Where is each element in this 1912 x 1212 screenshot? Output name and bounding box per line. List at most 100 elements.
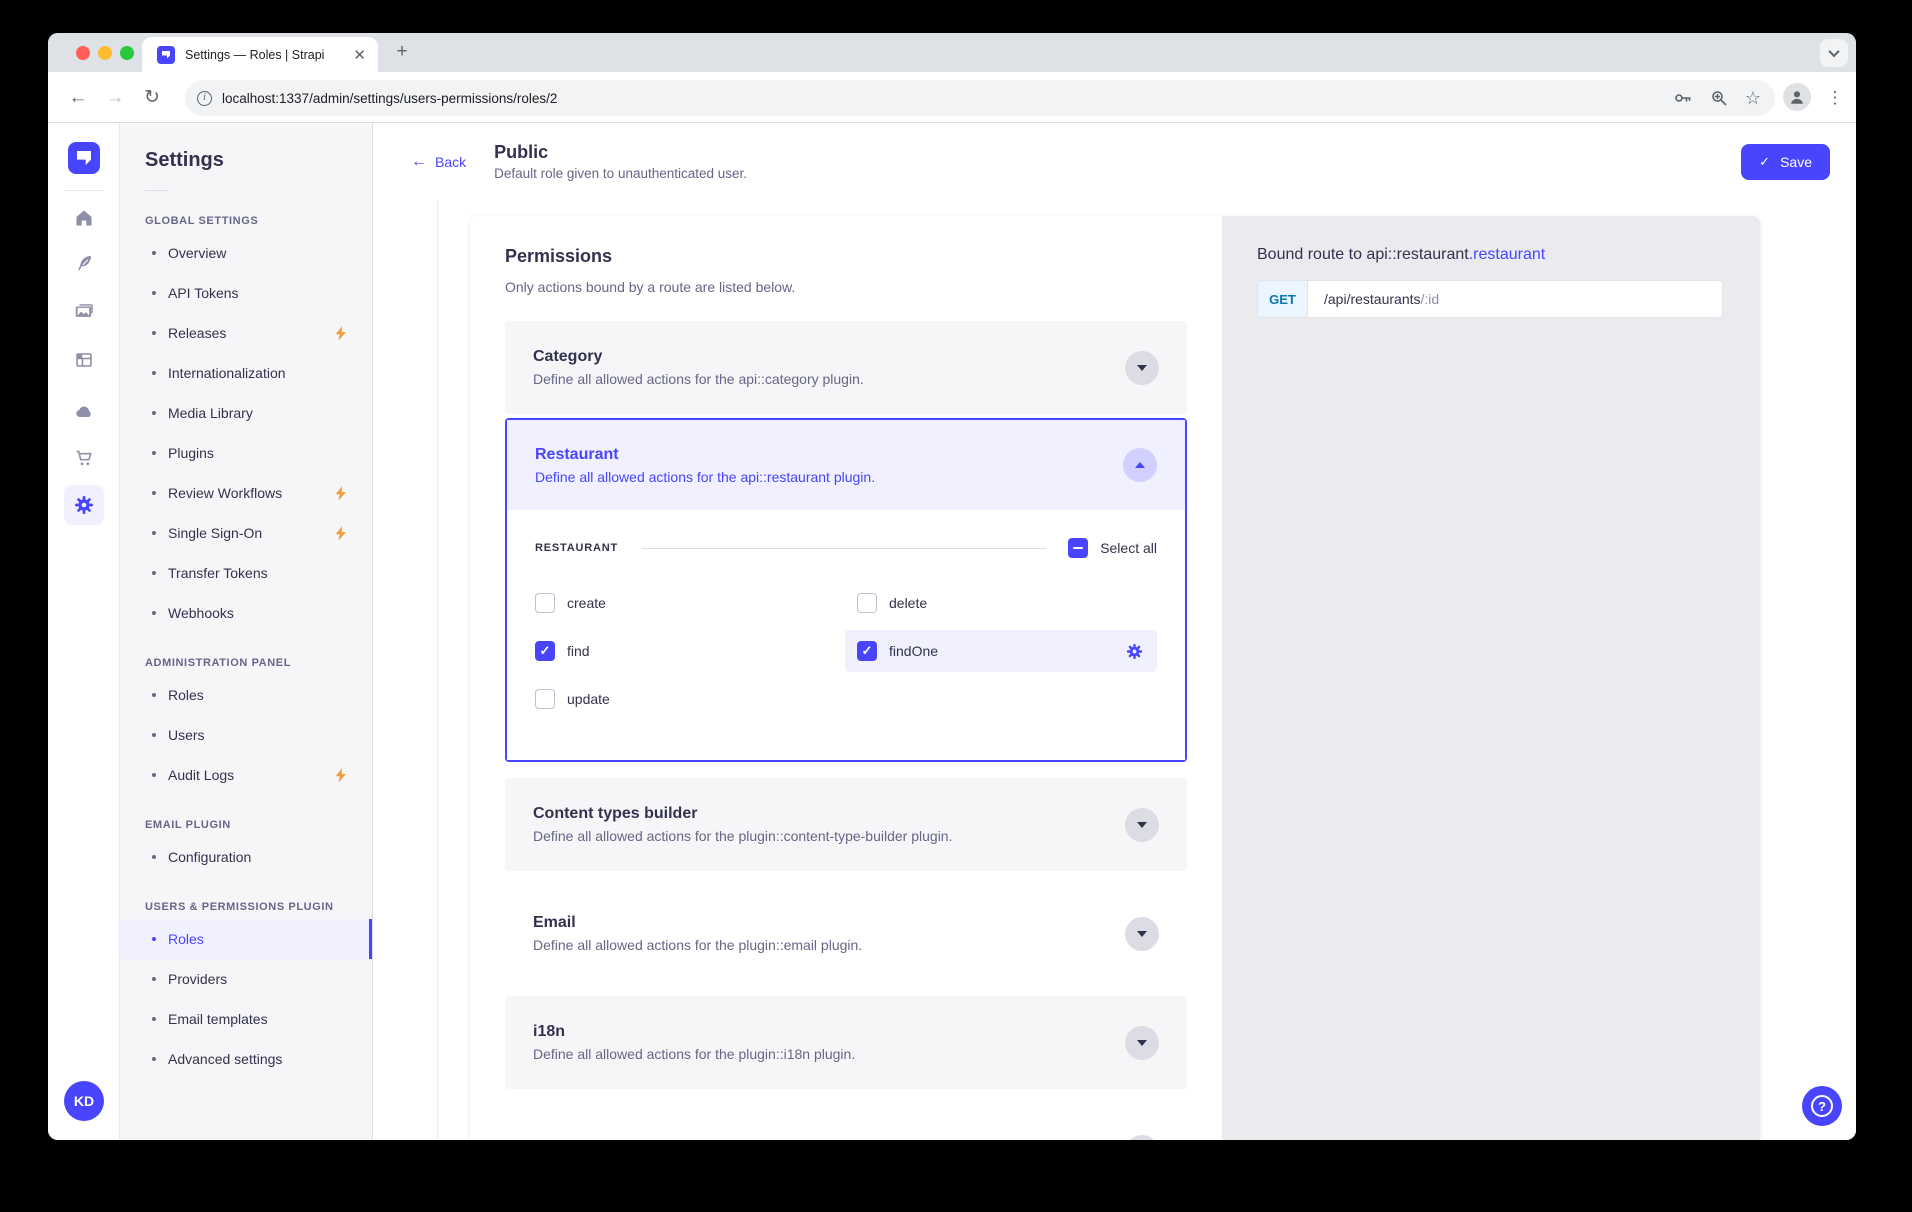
layout-icon (74, 350, 94, 370)
bullet-icon (152, 251, 156, 255)
strapi-logo[interactable] (68, 142, 100, 174)
sidebar-item-label: Audit Logs (168, 767, 234, 783)
forward-icon[interactable]: → (100, 72, 130, 123)
action-update[interactable]: update (535, 678, 845, 720)
new-tab-button[interactable]: + (390, 41, 414, 65)
tab-search-chevron-button[interactable] (1820, 39, 1848, 67)
sidebar-item-api-tokens[interactable]: API Tokens (120, 273, 372, 313)
expand-button[interactable] (1125, 351, 1159, 385)
accordion-upload-header[interactable]: Upload (505, 1105, 1187, 1140)
sidebar-item-label: Email templates (168, 1011, 268, 1027)
user-avatar[interactable]: KD (64, 1081, 104, 1121)
sidebar-item-overview[interactable]: Overview (120, 233, 372, 273)
action-label: create (567, 595, 606, 611)
sidebar-item-media-library[interactable]: Media Library (120, 393, 372, 433)
nav-content-manager-button[interactable] (64, 243, 104, 283)
accordion-email-header[interactable]: Email Define all allowed actions for the… (505, 887, 1187, 980)
sidebar-item-admin-roles[interactable]: Roles (120, 675, 372, 715)
sidebar-item-admin-users[interactable]: Users (120, 715, 372, 755)
browser-profile-avatar[interactable] (1783, 83, 1811, 111)
collapse-button[interactable] (1123, 448, 1157, 482)
url-text[interactable]: localhost:1337/admin/settings/users-perm… (222, 91, 1673, 106)
nav-content-type-builder-button[interactable] (64, 340, 104, 380)
accordion-restaurant: Restaurant Define all allowed actions fo… (505, 418, 1187, 762)
nav-home-button[interactable] (64, 198, 104, 238)
bookmark-star-icon[interactable]: ☆ (1745, 89, 1761, 107)
delete-checkbox[interactable] (857, 593, 877, 613)
bullet-icon (152, 531, 156, 535)
tab-close-icon[interactable]: ✕ (353, 46, 366, 64)
accordion-title: Category (533, 348, 1125, 366)
sidebar-item-advanced-settings[interactable]: Advanced settings (120, 1039, 372, 1079)
sidebar-item-plugins[interactable]: Plugins (120, 433, 372, 473)
sidebar-item-internationalization[interactable]: Internationalization (120, 353, 372, 393)
role-title-block: Public Default role given to unauthentic… (494, 142, 747, 181)
select-all-checkbox[interactable] (1068, 538, 1088, 558)
page-subtitle: Default role given to unauthenticated us… (494, 166, 747, 181)
accordion-restaurant-header[interactable]: Restaurant Define all allowed actions fo… (507, 420, 1185, 510)
update-checkbox[interactable] (535, 689, 555, 709)
sidebar-item-label: Roles (168, 931, 204, 947)
accordion-ctb-header[interactable]: Content types builder Define all allowed… (505, 778, 1187, 871)
browser-menu-icon[interactable]: ⋮ (1820, 72, 1850, 123)
expand-button[interactable] (1125, 1026, 1159, 1060)
sidebar-item-label: Providers (168, 971, 227, 987)
permissions-card: Permissions Only actions bound by a rout… (470, 216, 1760, 1140)
nav-media-library-button[interactable] (64, 291, 104, 331)
action-delete[interactable]: delete (845, 582, 1157, 624)
password-key-icon[interactable] (1673, 88, 1693, 108)
expand-button[interactable] (1125, 1135, 1159, 1141)
gear-icon[interactable] (1126, 643, 1143, 660)
select-all-control[interactable]: Select all (1068, 538, 1157, 558)
save-button[interactable]: ✓ Save (1741, 144, 1830, 180)
chevron-down-icon (1137, 931, 1147, 937)
minimize-window-button[interactable] (98, 46, 112, 60)
sidebar-item-label: Users (168, 727, 205, 743)
findone-checkbox[interactable] (857, 641, 877, 661)
action-create[interactable]: create (535, 582, 845, 624)
back-icon[interactable]: ← (63, 72, 93, 123)
sidebar-item-transfer-tokens[interactable]: Transfer Tokens (120, 553, 372, 593)
fullscreen-window-button[interactable] (120, 46, 134, 60)
reload-icon[interactable]: ↻ (137, 72, 167, 123)
action-findone[interactable]: findOne (845, 630, 1157, 672)
sidebar-item-up-roles[interactable]: Roles (120, 919, 372, 959)
sidebar-item-review-workflows[interactable]: Review Workflows (120, 473, 372, 513)
browser-tab[interactable]: Settings — Roles | Strapi ✕ (142, 37, 378, 72)
back-link[interactable]: ← Back (411, 154, 466, 170)
nav-settings-button[interactable] (64, 485, 104, 525)
accordion-category-header[interactable]: Category Define all allowed actions for … (505, 321, 1187, 414)
expand-button[interactable] (1125, 917, 1159, 951)
action-find[interactable]: find (535, 630, 845, 672)
create-checkbox[interactable] (535, 593, 555, 613)
find-checkbox[interactable] (535, 641, 555, 661)
permissions-column: Permissions Only actions bound by a rout… (470, 216, 1222, 1140)
bullet-icon (152, 571, 156, 575)
bound-route-title: Bound route to api::restaurant.restauran… (1257, 246, 1725, 264)
accordion-description: Define all allowed actions for the plugi… (533, 937, 1125, 953)
address-bar[interactable]: i localhost:1337/admin/settings/users-pe… (185, 80, 1775, 116)
nav-deploy-cloud-button[interactable] (64, 392, 104, 432)
accordion-upload: Upload (505, 1105, 1187, 1140)
site-info-icon[interactable]: i (197, 91, 212, 106)
route-row[interactable]: GET /api/restaurants/:id (1257, 280, 1723, 318)
nav-marketplace-button[interactable] (64, 438, 104, 478)
sidebar-item-releases[interactable]: Releases (120, 313, 372, 353)
sidebar-item-providers[interactable]: Providers (120, 959, 372, 999)
accordion-email: Email Define all allowed actions for the… (505, 887, 1187, 980)
zoom-icon[interactable] (1709, 88, 1729, 108)
back-label: Back (435, 154, 466, 170)
sidebar-item-email-templates[interactable]: Email templates (120, 999, 372, 1039)
content-scroll-area[interactable]: Permissions Only actions bound by a rout… (373, 200, 1856, 1140)
accordion-i18n-header[interactable]: i18n Define all allowed actions for the … (505, 996, 1187, 1089)
sidebar-item-configuration[interactable]: Configuration (120, 837, 372, 877)
close-window-button[interactable] (76, 46, 90, 60)
action-label: find (567, 643, 590, 659)
accordion-title: Content types builder (533, 805, 1125, 823)
expand-button[interactable] (1125, 808, 1159, 842)
sidebar-item-single-sign-on[interactable]: Single Sign-On (120, 513, 372, 553)
help-button[interactable]: ? (1802, 1086, 1842, 1126)
section-label-administration-panel: ADMINISTRATION PANEL (120, 657, 372, 669)
sidebar-item-audit-logs[interactable]: Audit Logs (120, 755, 372, 795)
sidebar-item-webhooks[interactable]: Webhooks (120, 593, 372, 633)
